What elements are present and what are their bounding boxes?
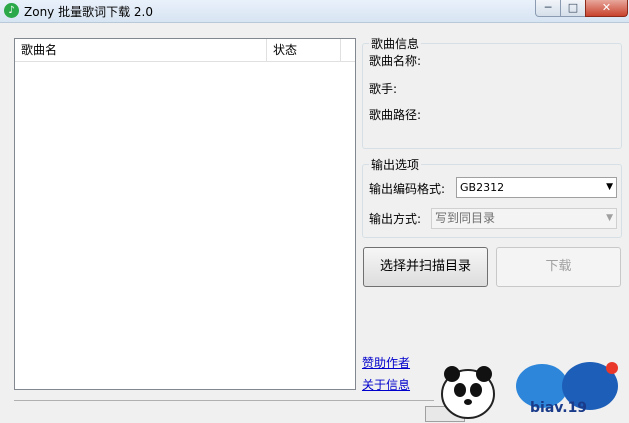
encoding-select[interactable]: GB2312 ▼: [456, 177, 617, 198]
lyrics-app-icon: ♪: [4, 3, 19, 18]
download-button[interactable]: 下载: [496, 247, 621, 287]
close-button[interactable]: ✕: [585, 0, 628, 17]
maximize-button[interactable]: □: [560, 0, 586, 17]
singer-label: 歌手:: [369, 82, 398, 96]
sponsor-author-link[interactable]: 赞助作者: [362, 354, 410, 371]
output-mode-select[interactable]: 写到同目录 ▼: [431, 208, 617, 229]
song-info-group: 歌曲信息 歌曲名称: 歌手: 歌曲路径:: [362, 35, 622, 149]
song-name-label: 歌曲名称:: [369, 54, 422, 68]
song-info-group-title: 歌曲信息: [369, 35, 422, 52]
output-mode-label: 输出方式:: [369, 212, 422, 226]
column-header-status[interactable]: 状态: [267, 39, 341, 61]
song-list-header: 歌曲名 状态: [15, 39, 355, 62]
title-bar[interactable]: ♪ Zony 批量歌词下载 2.0 ─ □ ✕: [0, 0, 629, 23]
encoding-label: 输出编码格式:: [369, 182, 446, 196]
column-header-song-name[interactable]: 歌曲名: [15, 39, 267, 61]
status-bar: [14, 400, 434, 423]
chevron-down-icon: ▼: [606, 213, 613, 223]
song-path-label: 歌曲路径:: [369, 108, 422, 122]
song-list[interactable]: 歌曲名 状态: [14, 38, 356, 390]
output-options-group: 输出选项 输出编码格式: GB2312 ▼ 输出方式: 写到同目录 ▼: [362, 156, 622, 238]
watermark-text: biav.19: [530, 400, 588, 416]
chevron-down-icon: ▼: [606, 182, 613, 192]
output-mode-select-value: 写到同目录: [435, 211, 496, 225]
about-info-link[interactable]: 关于信息: [362, 376, 410, 393]
encoding-select-value: GB2312: [460, 181, 505, 194]
minimize-button[interactable]: ─: [535, 0, 561, 17]
scan-directory-button[interactable]: 选择并扫描目录: [363, 247, 488, 287]
window-title: Zony 批量歌词下载 2.0: [24, 5, 153, 19]
output-options-group-title: 输出选项: [369, 156, 422, 173]
